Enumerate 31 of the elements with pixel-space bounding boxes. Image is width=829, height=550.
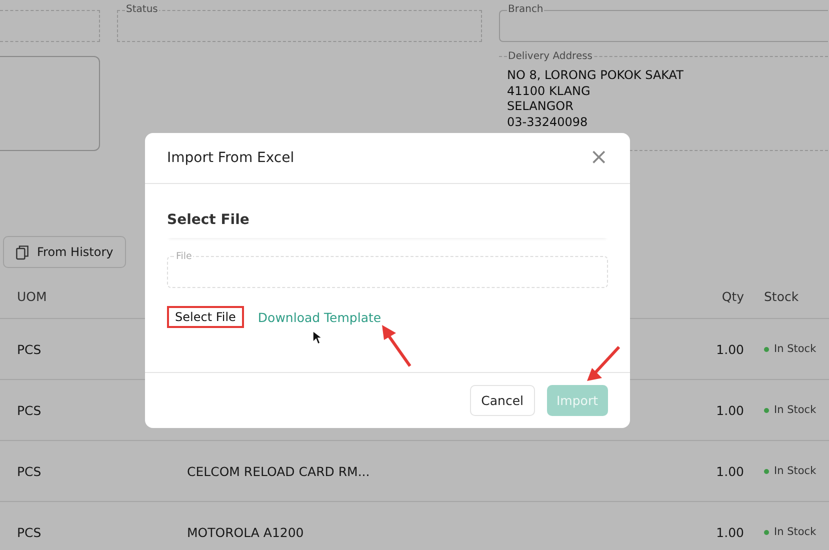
- field-label: Delivery Address: [507, 51, 594, 63]
- input-field[interactable]: [0, 10, 100, 42]
- table-cell-text: PCS: [17, 524, 42, 540]
- section-title: Select File: [167, 212, 608, 238]
- text-area[interactable]: [0, 56, 100, 151]
- table-cell: CELCOM RELOAD CARD RM...: [187, 464, 370, 478]
- select-file-button[interactable]: Select File: [167, 306, 244, 328]
- arrow-annotation: [587, 346, 620, 381]
- stock-status: In Stock: [774, 343, 816, 355]
- cancel-button[interactable]: Cancel: [470, 385, 534, 416]
- table-cell-text: PCS: [17, 402, 42, 418]
- close-button[interactable]: ×: [590, 147, 608, 169]
- column-header: UOM: [17, 289, 48, 304]
- table-cell-text: 1.00: [715, 342, 744, 356]
- table-cell-text: PCS: [17, 342, 42, 356]
- table-cell-text: 1.00: [715, 524, 744, 540]
- dialog-title: Import From Excel: [167, 150, 294, 166]
- arrow-annotation: [382, 325, 412, 367]
- from-history-button[interactable]: From History: [3, 236, 126, 268]
- stock-status: In Stock: [774, 526, 816, 538]
- column-header: Stock: [763, 289, 800, 304]
- table-cell-text: 1.00: [715, 464, 744, 478]
- stock-status: In Stock: [774, 404, 816, 416]
- table-cell-text: PCS: [17, 464, 42, 478]
- copy-icon: [16, 244, 29, 260]
- table-cell-text: 1.00: [715, 402, 744, 418]
- address-text: NO 8, LORONG POKOK SAKAT 41100 KLANG SELANGOR 03-33240098: [507, 68, 684, 130]
- table-cell: MOTOROLA A1200: [187, 524, 304, 540]
- column-header: Qty: [720, 289, 744, 304]
- cursor-icon: [312, 330, 322, 345]
- stock-status: In Stock: [774, 465, 816, 477]
